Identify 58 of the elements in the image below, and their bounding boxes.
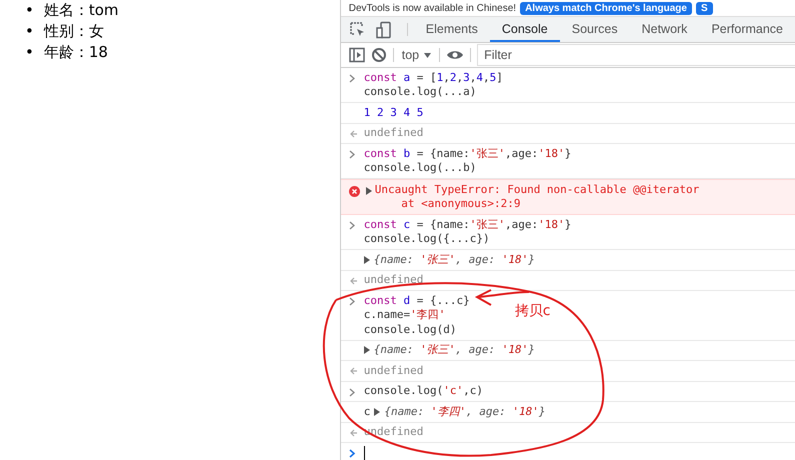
notice-button[interactable]: S bbox=[696, 2, 713, 14]
devtools-tab[interactable]: Sources bbox=[560, 17, 630, 42]
annotation-text: 拷贝c bbox=[514, 302, 550, 320]
devtools-tab[interactable]: Performance bbox=[699, 17, 795, 42]
log-output: 1 2 3 4 5 bbox=[364, 106, 424, 120]
code-line: c.name='李四' bbox=[364, 308, 446, 322]
return-value: undefined bbox=[364, 364, 424, 378]
prompt-chevron-icon bbox=[348, 449, 356, 458]
notice-text: DevTools is now available in Chinese! bbox=[348, 2, 516, 14]
code-line: console.log(d) bbox=[364, 322, 458, 337]
object-preview: {name: '张三', age: '18'} bbox=[374, 252, 535, 267]
sidebar-toggle-icon[interactable] bbox=[348, 47, 365, 63]
error-message: Uncaught TypeError: Found non-callable @@iterator bbox=[374, 182, 700, 197]
object-preview: {name: '李四', age: '18'} bbox=[384, 404, 546, 419]
return-arrow-icon bbox=[348, 130, 357, 138]
chevron-icon bbox=[348, 388, 356, 396]
bullet: • bbox=[25, 22, 34, 41]
eye-icon[interactable] bbox=[446, 49, 464, 61]
devtools-tab[interactable]: Elements bbox=[414, 17, 490, 42]
code-line: const c = {name:'张三',age:'18'} bbox=[364, 218, 572, 232]
chevron-icon bbox=[348, 221, 356, 230]
error-icon bbox=[348, 186, 360, 197]
code-line: const b = {name:'张三',age:'18'} bbox=[364, 146, 572, 161]
devtools-tab[interactable]: Console bbox=[490, 17, 560, 42]
code-line: console.log(...a) bbox=[364, 85, 478, 100]
log-label: c bbox=[364, 404, 370, 419]
code-line: console.log({...c}) bbox=[364, 232, 491, 246]
expand-triangle-icon[interactable] bbox=[374, 408, 380, 416]
return-arrow-icon bbox=[348, 367, 357, 375]
devtools-tab[interactable]: Network bbox=[630, 17, 700, 42]
expand-triangle-icon[interactable] bbox=[366, 187, 372, 195]
return-value: undefined bbox=[364, 126, 424, 140]
device-icon[interactable] bbox=[374, 20, 393, 38]
bullet: • bbox=[25, 1, 34, 20]
expand-triangle-icon[interactable] bbox=[364, 346, 370, 354]
bullet: • bbox=[25, 43, 34, 62]
expand-triangle-icon[interactable] bbox=[364, 256, 370, 264]
chevron-icon bbox=[348, 74, 356, 83]
list-item: 姓名：tom bbox=[44, 1, 119, 20]
code-line: const a = [1,2,3,4,5] bbox=[364, 70, 503, 85]
text-cursor[interactable] bbox=[364, 446, 365, 460]
context-dropdown[interactable]: top bbox=[400, 48, 434, 62]
code-line: console.log('c',c) bbox=[364, 384, 483, 398]
notice-button[interactable]: Always match Chrome's language bbox=[520, 2, 692, 14]
list-item: 年龄：18 bbox=[44, 43, 108, 62]
chevron-icon bbox=[348, 150, 356, 159]
return-arrow-icon bbox=[348, 276, 357, 284]
chevron-icon bbox=[348, 297, 356, 306]
clear-console-icon[interactable] bbox=[370, 47, 387, 63]
code-line: console.log(...b) bbox=[364, 161, 478, 176]
caret-icon bbox=[424, 52, 432, 58]
filter-field[interactable]: Filter bbox=[477, 44, 795, 66]
error-message: at <anonymous>:2:9 bbox=[400, 197, 522, 212]
code-line: const d = {...c} bbox=[364, 294, 470, 308]
list-item: 性别：女 bbox=[44, 22, 104, 41]
return-value: undefined bbox=[364, 273, 424, 288]
object-preview: {name: '张三', age: '18'} bbox=[374, 343, 535, 358]
return-arrow-icon bbox=[348, 428, 357, 436]
